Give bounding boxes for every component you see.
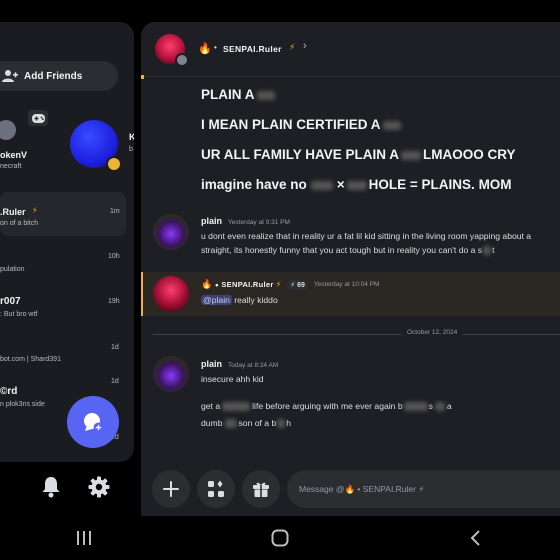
user-avatar[interactable] (153, 356, 189, 392)
dm-time: 1d (111, 378, 119, 385)
back-icon[interactable] (468, 529, 482, 547)
dm-time: 10h (108, 253, 120, 260)
chat-header[interactable]: 🔥 • SENPAI.Ruler ⚡ › (141, 22, 560, 77)
dm-sidebar: Add Friends okenV necraft K b .Ruler ⚡ o… (0, 22, 134, 462)
friend-avatar (0, 120, 16, 140)
dm-item[interactable]: pulation 10h (0, 244, 126, 284)
friend-name: okenV (0, 150, 28, 160)
dm-preview: n plok3ns side (0, 401, 45, 408)
fire-emoji: 🔥 (198, 43, 212, 55)
date-divider-line (153, 334, 560, 335)
dm-item[interactable]: bot.com | Shard391 1d (0, 336, 126, 376)
apps-icon (208, 480, 224, 497)
apps-button[interactable] (197, 470, 235, 508)
message-author[interactable]: 🔥 • SENPAI.Ruler ⚡ ⚡ 69 Yesterday at 10:… (201, 279, 379, 290)
message-timestamp: Today at 8:24 AM (228, 362, 279, 369)
add-friend-icon (2, 70, 18, 82)
add-friends-label: Add Friends (24, 70, 83, 82)
message-text: dumb son of a bh (201, 418, 292, 429)
message-text: u dont even realize that in reality ur a… (201, 231, 532, 256)
friend-sub: b (129, 146, 133, 153)
friend-activity-card[interactable]: K b (66, 112, 134, 182)
chat-panel: 🔥 • SENPAI.Ruler ⚡ › PLAIN A I MEAN PLAI… (141, 22, 560, 516)
message-input[interactable]: Message @🔥 • SENPAI.Ruler ⚡ (287, 470, 560, 508)
message-text: @plain really kiddo (201, 295, 278, 305)
add-friends-button[interactable]: Add Friends (0, 61, 118, 91)
dm-preview: pulation (0, 266, 25, 273)
gamepad-icon (28, 110, 48, 126)
lightning-emoji: ⚡ (289, 42, 296, 52)
recent-apps-icon[interactable] (76, 530, 92, 546)
message-input-placeholder: Message @🔥 • SENPAI.Ruler ⚡ (299, 483, 425, 494)
message-line: UR ALL FAMILY HAVE PLAIN A LMAOOO CRY (201, 147, 516, 162)
friend-initial: K (129, 132, 134, 142)
gift-icon (253, 482, 269, 497)
message-text: get a life before arguing with me ever ag… (201, 401, 452, 412)
friend-activity: necraft (0, 163, 22, 170)
message-line: imagine have no × HOLE = PLAINS. MOM (201, 177, 512, 192)
dm-preview: bot.com | Shard391 (0, 356, 61, 363)
message-author[interactable]: plain Today at 8:24 AM (201, 359, 278, 369)
user-mention[interactable]: @plain (201, 295, 232, 305)
dm-name: ©rd (0, 386, 18, 397)
dm-name: r007 (0, 296, 21, 307)
message-line: I MEAN PLAIN CERTIFIED A (201, 117, 401, 132)
message-line: PLAIN A (201, 87, 275, 102)
system-nav-bar (0, 516, 560, 560)
gift-button[interactable] (242, 470, 280, 508)
message-author[interactable]: plain Yesterday at 9:31 PM (201, 216, 290, 226)
new-message-icon (84, 413, 104, 433)
settings-gear-icon[interactable] (88, 476, 110, 498)
attach-plus-button[interactable] (152, 470, 190, 508)
dm-name: .Ruler (0, 207, 26, 217)
sidebar-bottom-bar (0, 462, 134, 516)
plus-icon (163, 481, 179, 497)
user-avatar[interactable] (153, 214, 189, 250)
channel-name: SENPAI.Ruler (223, 44, 282, 54)
new-message-button[interactable] (67, 396, 119, 448)
message-text: insecure ahh kid (201, 374, 264, 384)
status-icon (175, 53, 189, 67)
dm-preview: on of a bitch (0, 220, 39, 227)
lightning-icon: ⚡ (32, 206, 38, 215)
message-timestamp: Yesterday at 9:31 PM (228, 219, 290, 226)
dm-time: 1d (111, 344, 119, 351)
server-tag-badge: ⚡ 69 (287, 279, 308, 290)
header-accent-line (141, 75, 144, 79)
dm-item[interactable]: r007 : But bro wtf 19h (0, 286, 126, 326)
user-avatar[interactable] (153, 276, 189, 312)
message-timestamp: Yesterday at 10:04 PM (313, 281, 380, 288)
separator-dot: • (214, 43, 217, 52)
date-divider-label: October 12, 2024 (401, 329, 464, 336)
dm-preview: : But bro wtf (0, 311, 38, 318)
dm-item[interactable]: .Ruler ⚡ on of a bitch 1m (0, 194, 126, 234)
dm-time: 19h (108, 298, 120, 305)
fire-emoji: 🔥 (201, 279, 213, 289)
chevron-right-icon: › (303, 40, 307, 52)
home-icon[interactable] (271, 529, 289, 547)
dm-time: 1m (110, 208, 120, 215)
friend-activity-card[interactable]: okenV necraft (0, 102, 58, 176)
idle-status-icon (106, 156, 122, 172)
notifications-bell-icon[interactable] (41, 476, 61, 498)
